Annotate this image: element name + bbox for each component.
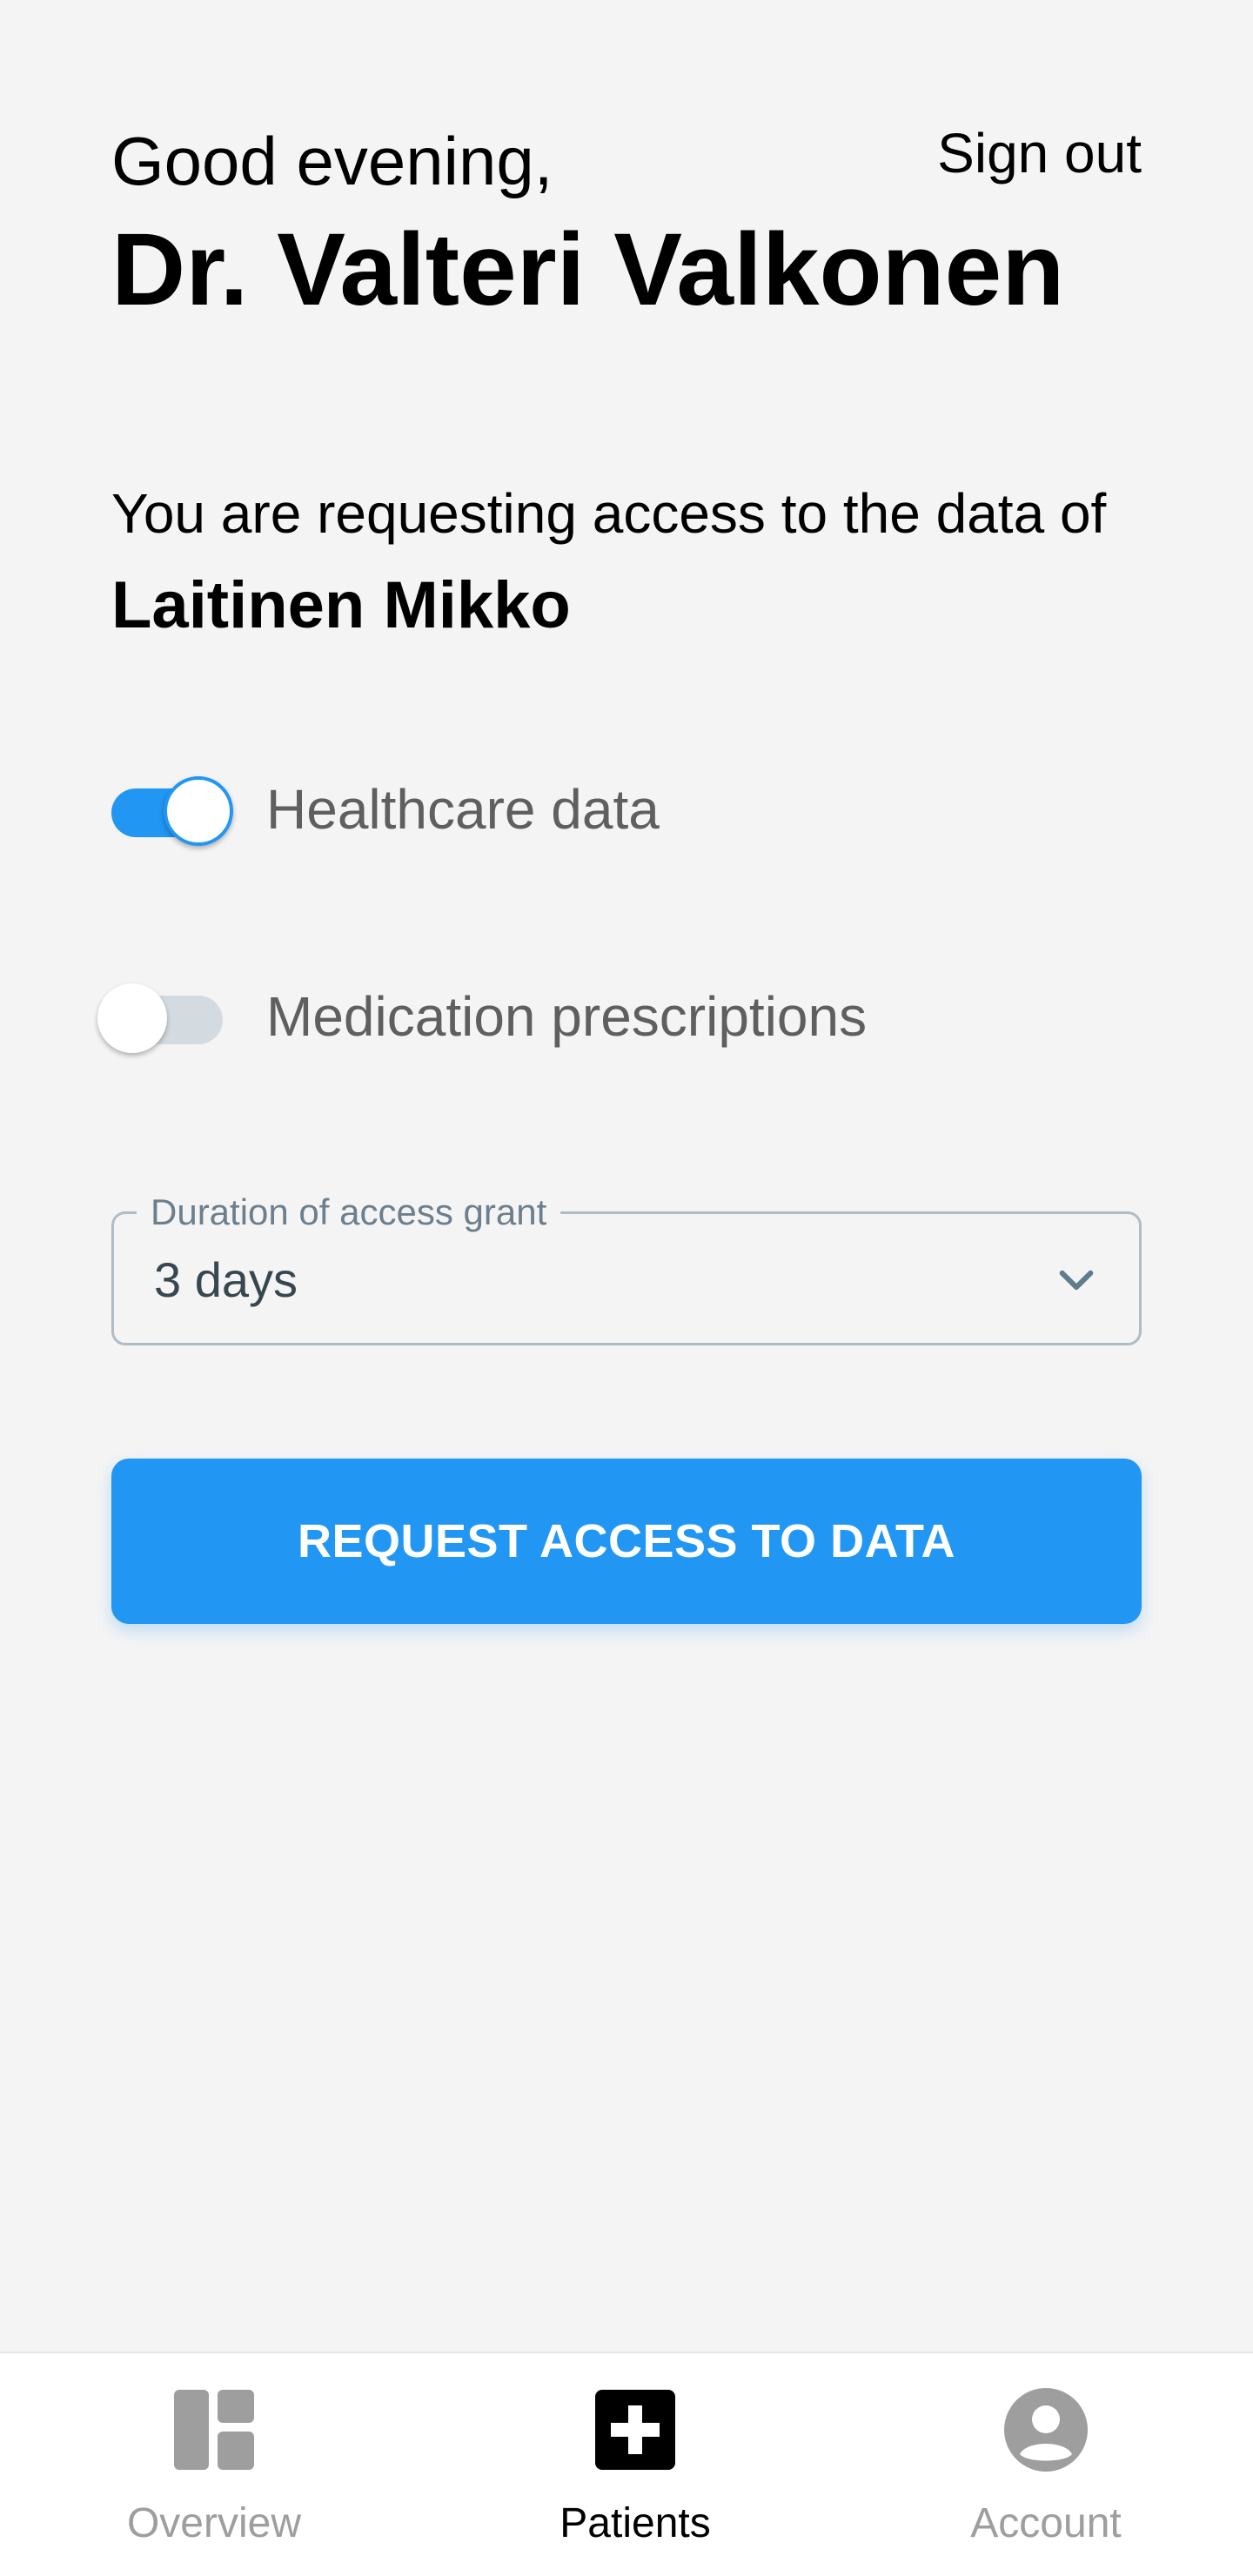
nav-label-patients: Patients [559, 2500, 711, 2546]
nav-item-overview[interactable]: Overview [5, 2353, 423, 2576]
medication-prescriptions-toggle-row[interactable]: Medication prescriptions [97, 973, 1142, 1060]
duration-select-value: 3 days [154, 1252, 298, 1307]
chevron-down-icon [1059, 1270, 1094, 1291]
patient-name: Laitinen Mikko [111, 568, 571, 642]
healthcare-data-switch[interactable] [97, 766, 237, 853]
bottom-navigation: Overview Patients Account [0, 2351, 1253, 2576]
nav-label-account: Account [970, 2500, 1122, 2546]
nav-item-patients[interactable]: Patients [426, 2353, 844, 2576]
duration-select-label: Duration of access grant [137, 1190, 561, 1235]
doctor-name: Dr. Valteri Valkonen [111, 212, 1065, 327]
dashboard-icon [174, 2390, 254, 2470]
app-screen: Good evening, Dr. Valteri Valkonen Sign … [0, 0, 1253, 2576]
duration-select[interactable]: Duration of access grant 3 days [111, 1190, 1142, 1345]
switch-thumb [97, 983, 167, 1053]
healthcare-data-toggle-row[interactable]: Healthcare data [97, 766, 1142, 853]
account-circle-icon [1004, 2388, 1088, 2472]
request-access-button[interactable]: REQUEST ACCESS TO DATA [111, 1459, 1142, 1624]
medical-cross-icon [595, 2390, 675, 2470]
nav-item-account[interactable]: Account [837, 2353, 1253, 2576]
healthcare-data-label: Healthcare data [266, 778, 660, 841]
header: Good evening, Dr. Valteri Valkonen Sign … [111, 113, 1142, 331]
medication-prescriptions-switch[interactable] [97, 973, 237, 1060]
nav-label-overview: Overview [126, 2500, 302, 2546]
sign-out-button[interactable]: Sign out [937, 118, 1142, 188]
medication-prescriptions-label: Medication prescriptions [266, 985, 868, 1048]
switch-thumb [164, 776, 233, 846]
request-intro-text: You are requesting access to the data of [111, 482, 1107, 545]
